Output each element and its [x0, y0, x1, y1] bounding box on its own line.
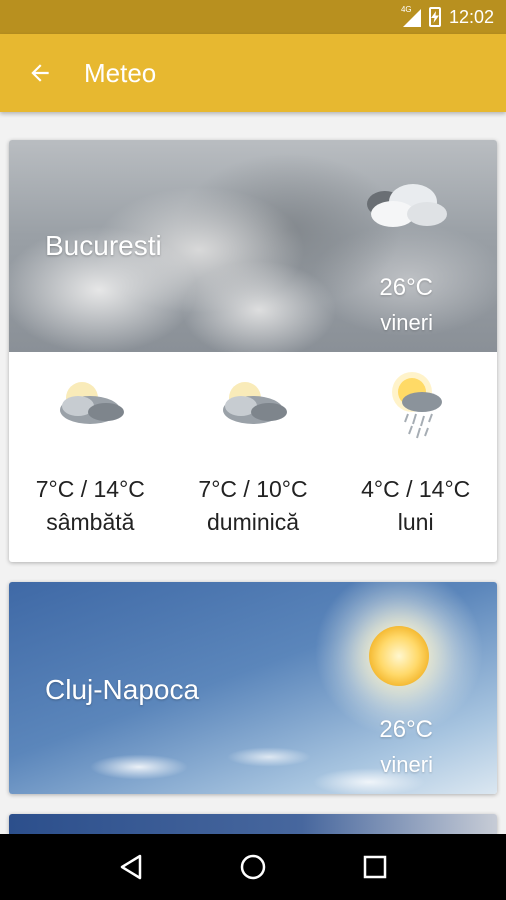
nav-back-button[interactable]	[111, 847, 151, 887]
city-hero: Bucuresti 26°C vineri	[9, 140, 497, 352]
forecast-range: 4°C / 14°C	[361, 476, 471, 502]
status-bar: 4G 12:02	[0, 0, 506, 34]
city-name: Cluj-Napoca	[45, 674, 200, 705]
cloudy-partly-sunny-icon	[223, 382, 287, 424]
app-bar: Meteo	[0, 34, 506, 112]
forecast-range: 7°C / 14°C	[35, 476, 145, 502]
cloudy-partly-sunny-icon	[60, 382, 125, 424]
city-name: Bucuresti	[45, 230, 162, 261]
forecast-day-name: sâmbătă	[46, 509, 135, 535]
city-card-bucuresti[interactable]: Bucuresti 26°C vineri 7°C / 14°C sâmbătă	[9, 140, 497, 562]
forecast-row: 7°C / 14°C sâmbătă 7°C / 10°C duminică 4…	[9, 352, 497, 562]
clock: 12:02	[448, 6, 494, 27]
back-button[interactable]	[12, 45, 68, 101]
arrow-left-icon	[31, 64, 49, 82]
forecast-range: 7°C / 10°C	[198, 476, 308, 502]
battery-charging-icon	[428, 7, 441, 27]
nav-back-icon	[120, 854, 142, 880]
nav-recents-icon	[363, 855, 387, 879]
nav-home-button[interactable]	[233, 847, 273, 887]
city-hero: Cluj-Napoca 26°C vineri	[9, 582, 497, 794]
page-title: Meteo	[84, 57, 157, 88]
current-temp: 26°C	[379, 274, 433, 301]
forecast-day: 7°C / 10°C duminică	[172, 370, 335, 562]
network-type: 4G	[400, 5, 412, 14]
current-temp: 26°C	[379, 716, 433, 743]
city-list: Bucuresti 26°C vineri 7°C / 14°C sâmbătă	[0, 112, 506, 834]
forecast-day-name: luni	[397, 509, 434, 535]
sun-icon	[369, 626, 429, 686]
current-day: vineri	[380, 310, 433, 335]
navigation-bar	[0, 834, 506, 900]
cloudy-icon	[367, 184, 447, 227]
nav-home-icon	[240, 854, 266, 880]
rain-sun-icon	[391, 372, 442, 439]
nav-recents-button[interactable]	[355, 847, 395, 887]
forecast-day: 7°C / 14°C sâmbătă	[9, 370, 172, 562]
signal-icon: 4G	[400, 5, 421, 27]
city-card-cluj-napoca[interactable]: Cluj-Napoca 26°C vineri	[9, 582, 497, 794]
forecast-day-name: duminică	[206, 509, 300, 535]
current-day: vineri	[380, 752, 433, 777]
city-card-partial[interactable]	[9, 814, 497, 834]
forecast-day: 4°C / 14°C luni	[334, 370, 497, 562]
